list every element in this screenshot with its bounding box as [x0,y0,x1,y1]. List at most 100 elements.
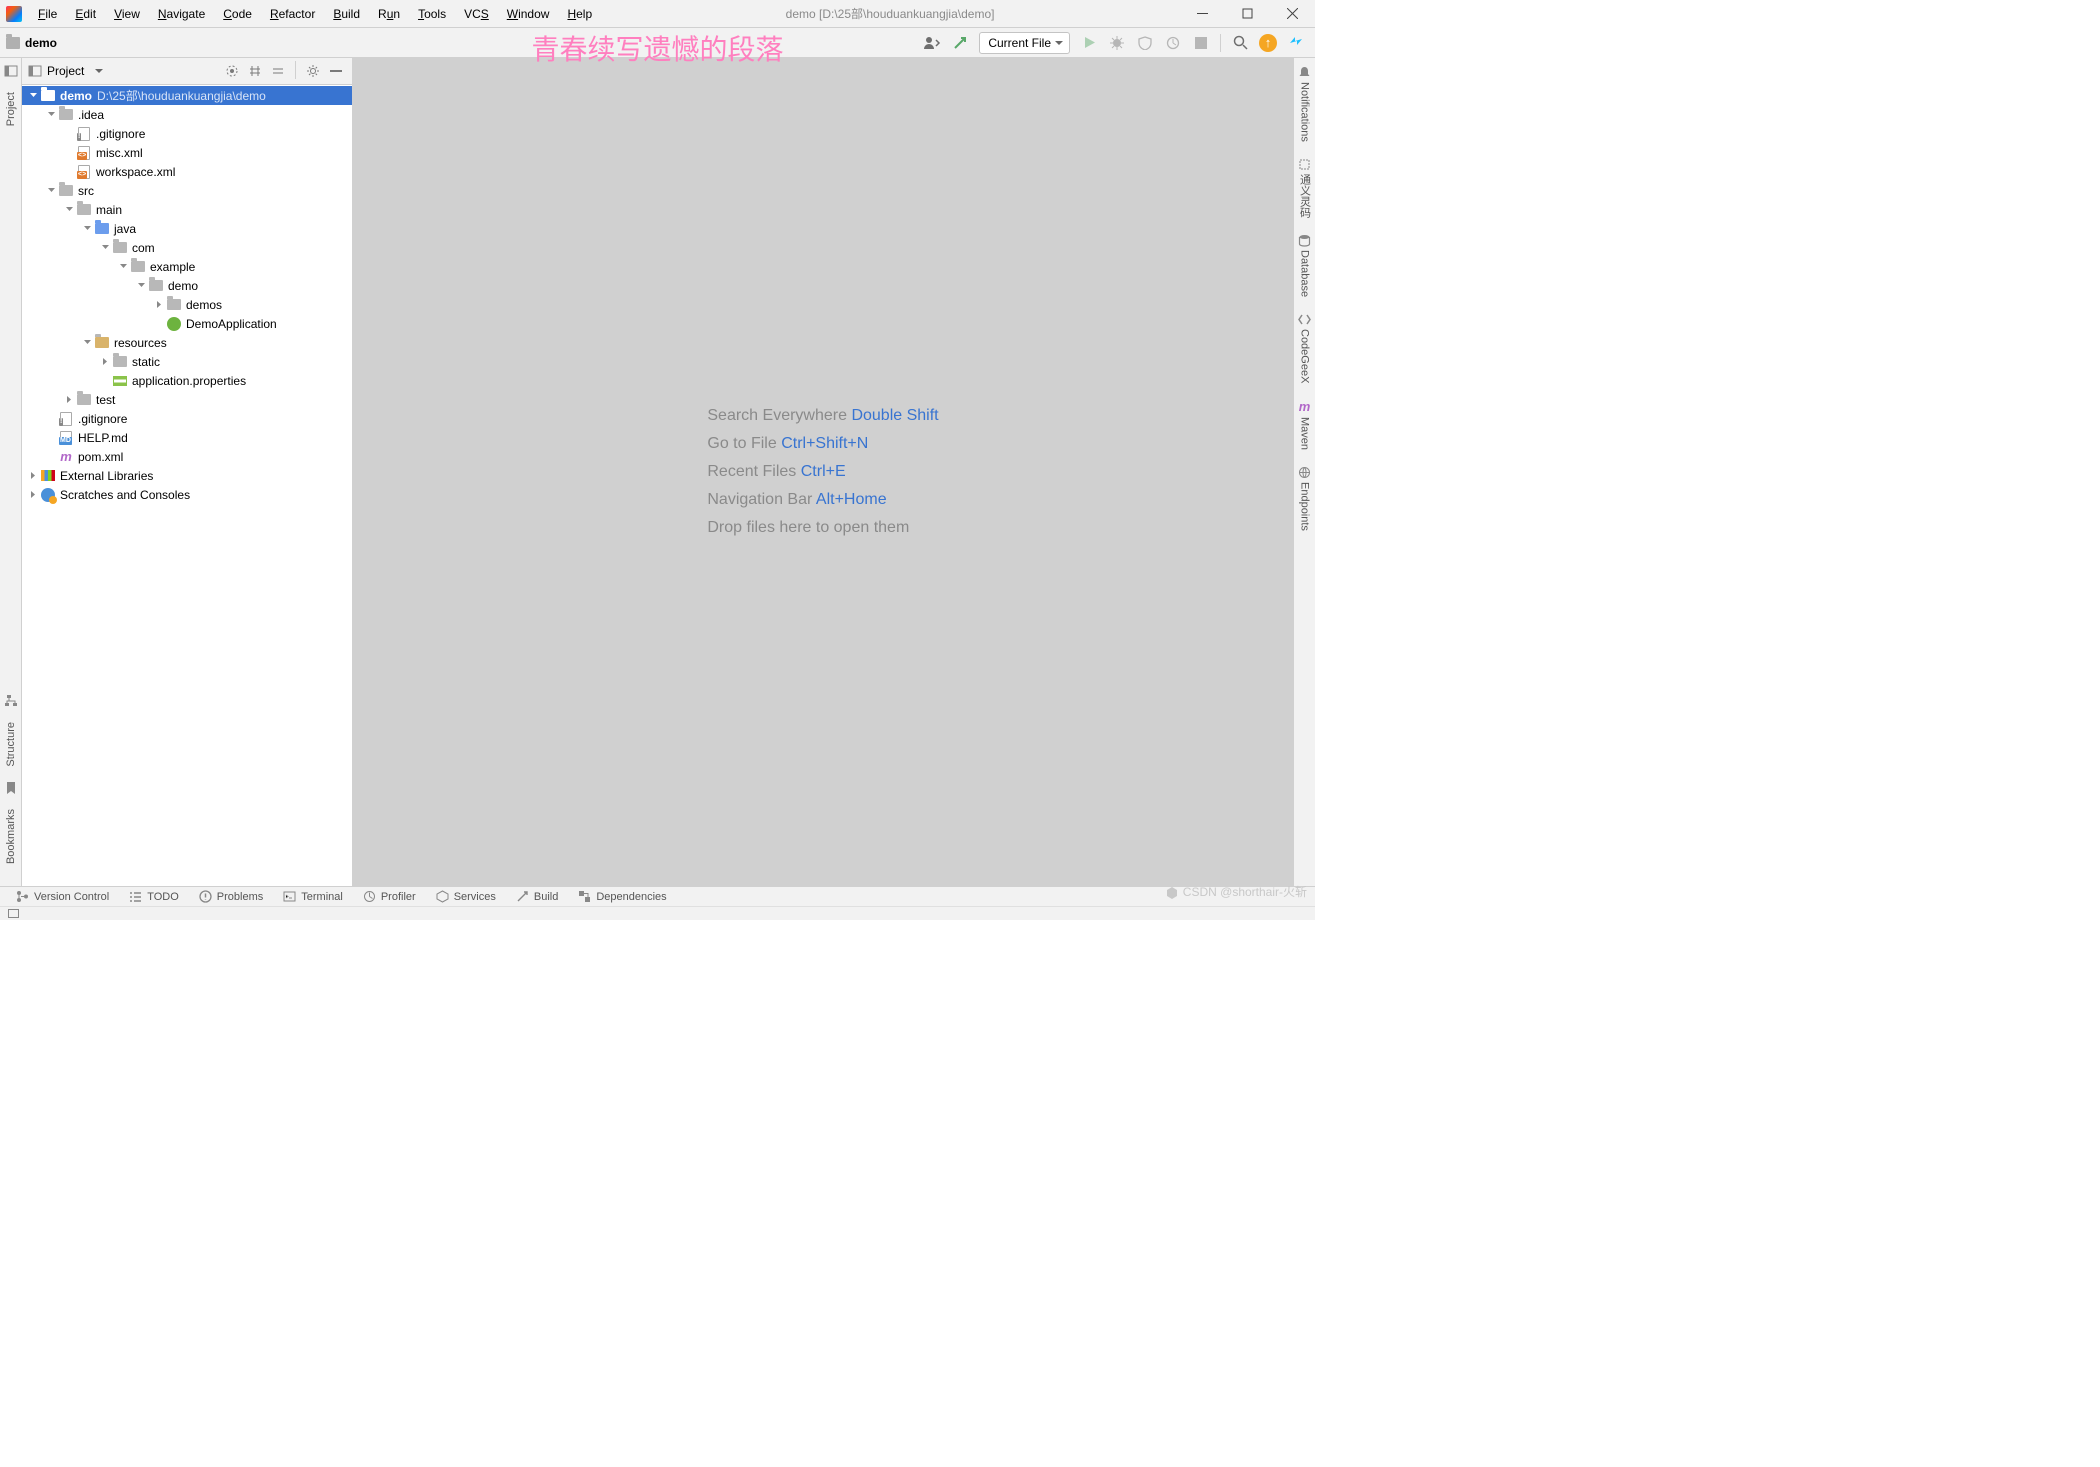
breadcrumb[interactable]: demo [25,36,57,50]
tree-appprops[interactable]: application.properties [22,371,352,390]
structure-tab[interactable]: Structure [5,722,17,767]
window-controls [1180,0,1315,28]
tree-static[interactable]: static [22,352,352,371]
tree-main[interactable]: main [22,200,352,219]
run-config-selector[interactable]: Current File [979,32,1070,54]
tab-todo[interactable]: TODO [121,887,187,906]
stop-button[interactable] [1188,31,1214,55]
coverage-button[interactable] [1132,31,1158,55]
titlebar: File Edit View Navigate Code Refactor Bu… [0,0,1315,28]
tree-workspace-xml[interactable]: <>workspace.xml [22,162,352,181]
shortcut: Alt+Home [816,491,887,508]
separator [295,61,296,79]
hide-panel-icon[interactable] [326,61,346,81]
toolwindow-toggle-icon[interactable] [8,909,19,918]
tree-test[interactable]: test [22,390,352,409]
tab-problems[interactable]: Problems [191,887,271,906]
tongyi-tab[interactable]: 通义灵码 [1297,158,1313,218]
project-tree[interactable]: demo D:\25部\houduankuangjia\demo .idea !… [22,85,352,886]
expand-all-icon[interactable] [245,61,265,81]
tree-demoapplication[interactable]: DemoApplication [22,314,352,333]
project-view-selector[interactable]: Project [28,64,103,78]
project-tab-icon [4,64,18,78]
menu-build[interactable]: Build [325,3,368,25]
editor-empty-state[interactable]: Search Everywhere Double Shift Go to Fil… [353,58,1293,886]
tree-demo-pkg[interactable]: demo [22,276,352,295]
shortcut: Ctrl+E [801,463,846,480]
tree-example[interactable]: example [22,257,352,276]
window-title: demo [D:\25部\houduankuangjia\demo] [600,5,1180,22]
select-opened-file-icon[interactable] [222,61,242,81]
menu-code[interactable]: Code [215,3,260,25]
codegeex-tab[interactable]: CodeGeeX [1298,313,1311,383]
maximize-button[interactable] [1225,0,1270,28]
tree-root-name: demo [60,89,92,103]
shortcut: Ctrl+Shift+N [781,435,868,452]
tree-idea[interactable]: .idea [22,105,352,124]
tree-gitignore-idea[interactable]: !.gitignore [22,124,352,143]
menu-vcs[interactable]: VCS [456,3,497,25]
notifications-tab[interactable]: Notifications [1298,66,1311,142]
menu-run[interactable]: Run [370,3,408,25]
right-tool-strip: Notifications 通义灵码 Database CodeGeeX mMa… [1293,58,1315,886]
database-tab[interactable]: Database [1298,234,1311,297]
search-button[interactable] [1227,31,1253,55]
tree-com[interactable]: com [22,238,352,257]
minimize-button[interactable] [1180,0,1225,28]
collapse-all-icon[interactable] [268,61,288,81]
maven-tab[interactable]: mMaven [1299,399,1311,450]
body: Project Structure Bookmarks Project [0,58,1315,886]
upsell-button[interactable]: ↑ [1255,31,1281,55]
menu-navigate[interactable]: Navigate [150,3,213,25]
tree-pom-xml[interactable]: mpom.xml [22,447,352,466]
tab-terminal[interactable]: Terminal [275,887,351,906]
tab-services[interactable]: Services [428,887,504,906]
project-tab[interactable]: Project [5,92,17,126]
app-logo-icon [6,6,22,22]
menu-help[interactable]: Help [559,3,600,25]
debug-button[interactable] [1104,31,1130,55]
tree-src[interactable]: src [22,181,352,200]
project-panel-header: Project [22,58,352,85]
tab-profiler[interactable]: Profiler [355,887,424,906]
panel-settings-icon[interactable] [303,61,323,81]
tree-scratches[interactable]: Scratches and Consoles [22,485,352,504]
build-icon[interactable] [947,31,973,55]
tree-help-md[interactable]: MDHELP.md [22,428,352,447]
spring-icon [167,317,181,331]
bookmarks-tab[interactable]: Bookmarks [5,809,17,864]
tree-java[interactable]: java [22,219,352,238]
tab-dependencies[interactable]: Dependencies [570,887,674,906]
profile-button[interactable] [1160,31,1186,55]
menu-tools[interactable]: Tools [410,3,454,25]
main-menu: File Edit View Navigate Code Refactor Bu… [30,3,600,25]
run-button[interactable] [1076,31,1102,55]
properties-icon [113,376,127,386]
cwm-icon[interactable] [919,31,945,55]
project-panel: Project demo D:\25部\houduankuangjia\demo… [22,58,353,886]
status-bar [0,906,1315,920]
folder-icon [6,37,20,49]
close-button[interactable] [1270,0,1315,28]
library-icon [41,470,55,481]
toolbar: Current File ↑ [919,31,1309,55]
tree-misc-xml[interactable]: <>misc.xml [22,143,352,162]
menu-refactor[interactable]: Refactor [262,3,323,25]
endpoints-tab[interactable]: Endpoints [1298,466,1311,531]
menu-file[interactable]: File [30,3,65,25]
tree-resources[interactable]: resources [22,333,352,352]
navigation-bar: demo Current File ↑ [0,28,1315,58]
tree-root[interactable]: demo D:\25部\houduankuangjia\demo [22,86,352,105]
menu-view[interactable]: View [106,3,148,25]
tab-version-control[interactable]: Version Control [8,887,117,906]
tree-demos[interactable]: demos [22,295,352,314]
menu-window[interactable]: Window [499,3,558,25]
tree-gitignore[interactable]: !.gitignore [22,409,352,428]
tab-build[interactable]: Build [508,887,566,906]
bookmarks-tab-icon [4,781,18,795]
codegeex-toolbar-icon[interactable] [1283,31,1309,55]
menu-edit[interactable]: Edit [67,3,104,25]
tree-external-libs[interactable]: External Libraries [22,466,352,485]
bottom-toolbar: Version Control TODO Problems Terminal P… [0,886,1315,906]
arrow-up-icon: ↑ [1259,34,1277,52]
